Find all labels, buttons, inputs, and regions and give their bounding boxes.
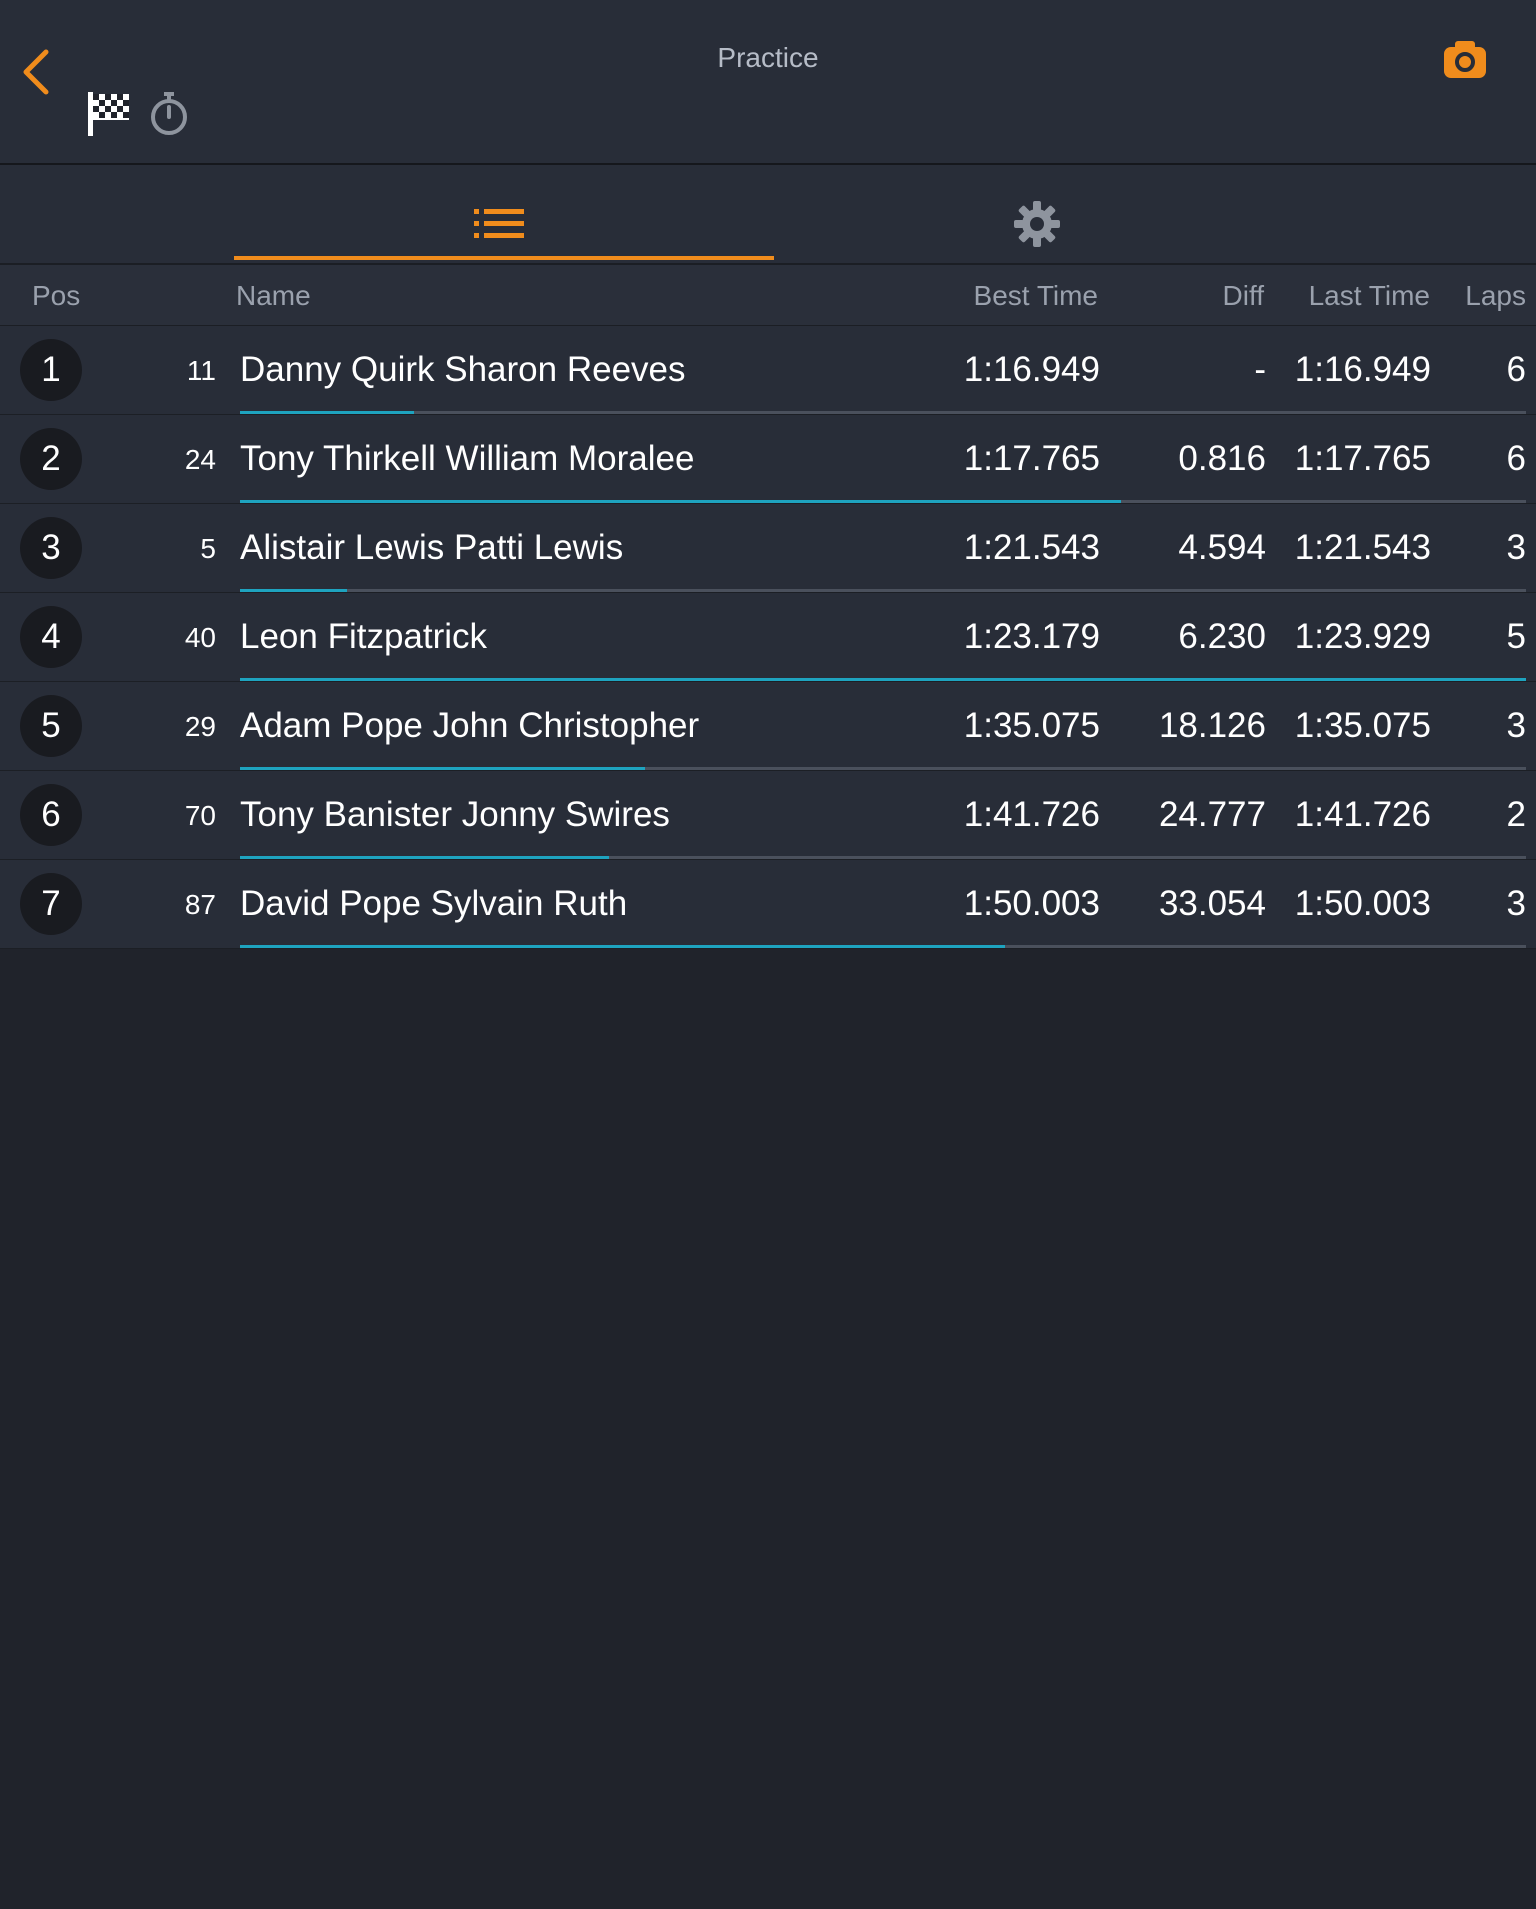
- screenshot-button[interactable]: [1442, 40, 1488, 80]
- last-time: 1:50.003: [1294, 884, 1431, 923]
- gap-diff: 4.594: [1178, 528, 1266, 567]
- driver-names: Leon Fitzpatrick: [240, 617, 488, 656]
- column-header-diff[interactable]: Diff: [1223, 280, 1265, 312]
- progress-track: [240, 767, 1526, 770]
- stopwatch-button[interactable]: [148, 90, 190, 136]
- progress-bar: [240, 856, 610, 859]
- gap-diff: -: [1254, 350, 1266, 389]
- progress-track: [240, 411, 1526, 414]
- lap-count: 2: [1506, 795, 1526, 834]
- table-row[interactable]: 2 24 Tony Thirkell William Moralee 1:17.…: [0, 415, 1536, 504]
- list-icon: [474, 209, 524, 238]
- position-badge: 1: [20, 339, 82, 401]
- lap-count: 3: [1506, 528, 1526, 567]
- column-header-pos[interactable]: Pos: [32, 280, 80, 312]
- best-time: 1:16.949: [963, 350, 1100, 389]
- standings-table: 1 11 Danny Quirk Sharon Reeves 1:16.949 …: [0, 326, 1536, 949]
- gap-diff: 18.126: [1158, 706, 1266, 745]
- lap-count: 6: [1506, 439, 1526, 478]
- progress-bar: [240, 411, 414, 414]
- checkered-flag-icon: [88, 92, 129, 136]
- table-row[interactable]: 1 11 Danny Quirk Sharon Reeves 1:16.949 …: [0, 326, 1536, 415]
- camera-icon: [1444, 41, 1486, 78]
- progress-bar: [240, 678, 1526, 681]
- last-time: 1:21.543: [1294, 528, 1431, 567]
- table-row[interactable]: 7 87 David Pope Sylvain Ruth 1:50.003 33…: [0, 860, 1536, 949]
- table-row[interactable]: 6 70 Tony Banister Jonny Swires 1:41.726…: [0, 771, 1536, 860]
- position-badge: 3: [20, 517, 82, 579]
- progress-bar: [240, 589, 347, 592]
- race-flag-button[interactable]: [86, 90, 132, 138]
- lap-count: 6: [1506, 350, 1526, 389]
- best-time: 1:41.726: [963, 795, 1100, 834]
- page-title: Practice: [717, 42, 819, 73]
- table-row[interactable]: 4 40 Leon Fitzpatrick 1:23.179 6.230 1:2…: [0, 593, 1536, 682]
- car-number: 24: [184, 444, 216, 475]
- table-header: Pos Name Best Time Diff Last Time Laps: [0, 265, 1536, 326]
- position-badge: 6: [20, 784, 82, 846]
- car-number: 29: [184, 711, 216, 742]
- last-time: 1:41.726: [1294, 795, 1431, 834]
- lap-count: 5: [1506, 617, 1526, 656]
- gap-diff: 33.054: [1158, 884, 1266, 923]
- progress-track: [240, 856, 1526, 859]
- best-time: 1:17.765: [963, 439, 1100, 478]
- best-time: 1:35.075: [963, 706, 1100, 745]
- table-row[interactable]: 3 5 Alistair Lewis Patti Lewis 1:21.543 …: [0, 504, 1536, 593]
- car-number: 87: [184, 889, 216, 920]
- column-header-laps[interactable]: Laps: [1465, 280, 1526, 312]
- driver-names: Alistair Lewis Patti Lewis: [240, 528, 624, 567]
- position-badge: 4: [20, 606, 82, 668]
- driver-names: Danny Quirk Sharon Reeves: [240, 350, 686, 389]
- progress-track: [240, 945, 1526, 948]
- car-number: 11: [186, 355, 216, 386]
- lap-count: 3: [1506, 884, 1526, 923]
- position-badge: 5: [20, 695, 82, 757]
- last-time: 1:23.929: [1294, 617, 1431, 656]
- stopwatch-icon: [151, 92, 187, 135]
- progress-bar: [240, 767, 646, 770]
- progress-track: [240, 500, 1526, 503]
- gap-diff: 24.777: [1158, 795, 1266, 834]
- top-bar: Practice: [0, 0, 1536, 165]
- best-time: 1:50.003: [963, 884, 1100, 923]
- gap-diff: 6.230: [1178, 617, 1266, 656]
- car-number: 40: [184, 622, 216, 653]
- active-tab-indicator: [234, 256, 774, 260]
- gear-icon: [1014, 201, 1060, 247]
- column-header-last-time[interactable]: Last Time: [1309, 280, 1430, 312]
- last-time: 1:17.765: [1294, 439, 1431, 478]
- driver-names: Adam Pope John Christopher: [240, 706, 700, 745]
- progress-bar: [240, 945, 1006, 948]
- tab-bar: [0, 165, 1536, 265]
- table-row[interactable]: 5 29 Adam Pope John Christopher 1:35.075…: [0, 682, 1536, 771]
- car-number: 70: [184, 800, 216, 831]
- column-header-name[interactable]: Name: [236, 280, 311, 312]
- tab-settings[interactable]: [774, 165, 1314, 263]
- column-header-best-time[interactable]: Best Time: [974, 280, 1098, 312]
- last-time: 1:35.075: [1294, 706, 1431, 745]
- best-time: 1:21.543: [963, 528, 1100, 567]
- car-number: 5: [200, 533, 216, 564]
- progress-track: [240, 589, 1526, 592]
- position-badge: 2: [20, 428, 82, 490]
- lap-count: 3: [1506, 706, 1526, 745]
- progress-track: [240, 678, 1526, 681]
- best-time: 1:23.179: [963, 617, 1100, 656]
- gap-diff: 0.816: [1178, 439, 1266, 478]
- position-badge: 7: [20, 873, 82, 935]
- driver-names: Tony Banister Jonny Swires: [240, 795, 670, 834]
- tab-standings[interactable]: [234, 165, 774, 263]
- driver-names: Tony Thirkell William Moralee: [240, 439, 695, 478]
- driver-names: David Pope Sylvain Ruth: [240, 884, 628, 923]
- progress-bar: [240, 500, 1121, 503]
- last-time: 1:16.949: [1294, 350, 1431, 389]
